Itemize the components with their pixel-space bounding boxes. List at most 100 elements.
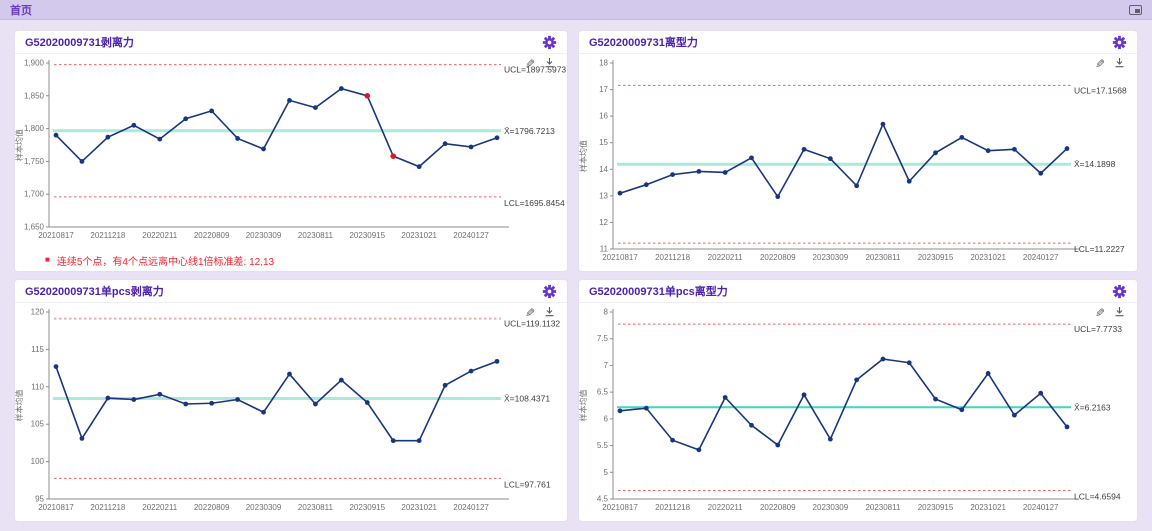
control-chart: 1112131415161718样本均值UCL=17.1568LCL=11.22… — [579, 54, 1137, 271]
edit-icon[interactable]: ✎ — [525, 307, 535, 319]
edit-icon[interactable]: ✎ — [1095, 307, 1105, 319]
download-icon[interactable] — [544, 306, 555, 319]
data-point[interactable] — [391, 438, 396, 443]
panel-title: G52020009731离型力 — [589, 34, 698, 50]
download-icon[interactable] — [1114, 57, 1125, 70]
data-point[interactable] — [261, 410, 266, 415]
data-point[interactable] — [696, 169, 701, 174]
data-point[interactable] — [417, 164, 422, 169]
data-point[interactable] — [209, 108, 214, 113]
data-point[interactable] — [881, 357, 886, 362]
data-point[interactable] — [907, 360, 912, 365]
data-point[interactable] — [854, 183, 859, 188]
data-point[interactable] — [670, 438, 675, 443]
data-point[interactable] — [495, 135, 500, 140]
data-point[interactable] — [986, 148, 991, 153]
data-point[interactable] — [828, 437, 833, 442]
data-point[interactable] — [828, 156, 833, 161]
data-point[interactable] — [881, 122, 886, 127]
data-point[interactable] — [749, 423, 754, 428]
data-point[interactable] — [313, 402, 318, 407]
data-point[interactable] — [131, 123, 136, 128]
data-point[interactable] — [618, 408, 623, 413]
data-point[interactable] — [131, 397, 136, 402]
data-point[interactable] — [723, 395, 728, 400]
settings-gear-icon[interactable] — [1112, 284, 1127, 299]
x-tick-label: 20210817 — [38, 503, 74, 512]
data-point[interactable] — [696, 447, 701, 452]
data-point[interactable] — [105, 396, 110, 401]
data-point[interactable] — [986, 371, 991, 376]
data-point[interactable] — [183, 402, 188, 407]
data-point[interactable] — [365, 400, 370, 405]
panel-header: G52020009731剥离力 — [15, 31, 567, 54]
data-point[interactable] — [959, 135, 964, 140]
data-point[interactable] — [287, 372, 292, 377]
data-point[interactable] — [1038, 171, 1043, 176]
settings-gear-icon[interactable] — [542, 284, 557, 299]
data-point[interactable] — [933, 150, 938, 155]
data-point[interactable] — [933, 397, 938, 402]
cl-label: X̄=6.2163 — [1074, 402, 1111, 412]
data-point[interactable] — [802, 147, 807, 152]
data-point[interactable] — [644, 182, 649, 187]
data-point[interactable] — [1038, 391, 1043, 396]
download-icon[interactable] — [544, 57, 555, 70]
data-point[interactable] — [80, 159, 85, 164]
data-point[interactable] — [80, 436, 85, 441]
home-tab[interactable]: 首页 — [10, 2, 32, 18]
data-point[interactable] — [183, 116, 188, 121]
data-point[interactable] — [364, 93, 370, 99]
data-point[interactable] — [749, 155, 754, 160]
data-point[interactable] — [775, 443, 780, 448]
y-tick-label: 6 — [604, 414, 609, 423]
data-point[interactable] — [339, 86, 344, 91]
data-point[interactable] — [417, 438, 422, 443]
data-point[interactable] — [390, 153, 396, 159]
data-point[interactable] — [1065, 146, 1070, 151]
window-resize-icon[interactable] — [1129, 5, 1142, 15]
data-point[interactable] — [469, 145, 474, 150]
data-point[interactable] — [287, 98, 292, 103]
data-point[interactable] — [54, 133, 59, 138]
settings-gear-icon[interactable] — [1112, 35, 1127, 50]
data-point[interactable] — [1012, 413, 1017, 418]
data-point[interactable] — [1065, 424, 1070, 429]
download-icon[interactable] — [1114, 306, 1125, 319]
data-point[interactable] — [469, 369, 474, 374]
data-point[interactable] — [495, 359, 500, 364]
data-point[interactable] — [618, 191, 623, 196]
panel-title: G52020009731单pcs剥离力 — [25, 283, 164, 299]
data-point[interactable] — [802, 392, 807, 397]
data-point[interactable] — [443, 141, 448, 146]
data-point[interactable] — [339, 378, 344, 383]
alert-text: 连续5个点，有4个点远离中心线1倍标准差: 12,13 — [57, 253, 274, 268]
data-point[interactable] — [54, 364, 59, 369]
data-point[interactable] — [959, 407, 964, 412]
data-point[interactable] — [670, 172, 675, 177]
data-point[interactable] — [907, 179, 912, 184]
edit-icon[interactable]: ✎ — [525, 58, 535, 70]
data-point[interactable] — [235, 397, 240, 402]
data-point[interactable] — [775, 194, 780, 199]
x-tick-label: 20220809 — [194, 231, 230, 240]
y-tick-label: 110 — [31, 382, 44, 391]
data-point[interactable] — [157, 392, 162, 397]
edit-icon[interactable]: ✎ — [1095, 58, 1105, 70]
data-point[interactable] — [644, 406, 649, 411]
data-point[interactable] — [261, 147, 266, 152]
x-tick-label: 20211218 — [655, 503, 691, 512]
data-point[interactable] — [854, 377, 859, 382]
data-point[interactable] — [157, 137, 162, 142]
settings-gear-icon[interactable] — [542, 35, 557, 50]
lcl-label: LCL=97.761 — [504, 479, 551, 489]
control-chart: 1,6501,7001,7501,8001,8501,900样本均值UCL=18… — [15, 54, 567, 249]
data-point[interactable] — [313, 105, 318, 110]
data-point[interactable] — [723, 170, 728, 175]
data-point[interactable] — [209, 401, 214, 406]
data-point[interactable] — [105, 135, 110, 140]
data-point[interactable] — [443, 383, 448, 388]
data-point[interactable] — [1012, 147, 1017, 152]
ucl-label: UCL=119.1132 — [504, 319, 560, 329]
data-point[interactable] — [235, 136, 240, 141]
